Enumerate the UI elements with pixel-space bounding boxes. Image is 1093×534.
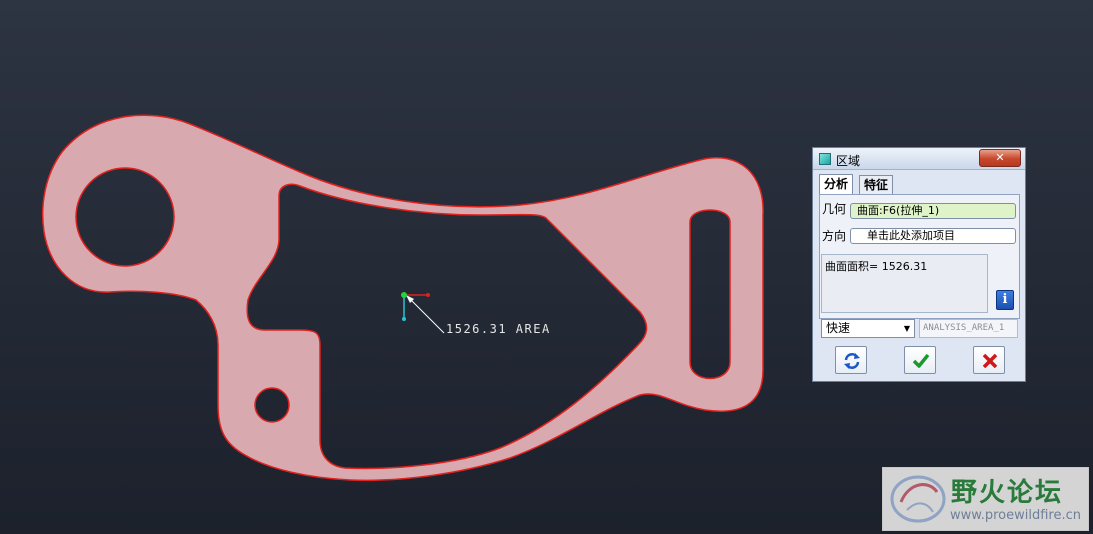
- watermark: 野火论坛 www.proewildfire.cn: [882, 467, 1089, 531]
- forum-logo-icon: [890, 475, 946, 523]
- ok-button[interactable]: [904, 346, 936, 374]
- area-annotation[interactable]: 1526.31 AREA: [446, 322, 551, 336]
- triad-x-end: [426, 293, 430, 297]
- mode-value: 快速: [826, 321, 851, 335]
- close-icon: [982, 353, 998, 369]
- tab-analysis[interactable]: 分析: [819, 174, 854, 195]
- result-display: 曲面面积= 1526.31: [821, 254, 988, 313]
- geometry-label: 几何: [822, 202, 847, 216]
- tab-feature[interactable]: 特征: [859, 175, 894, 194]
- dialog-titlebar[interactable]: 区域 ✕: [813, 148, 1025, 170]
- dialog-title: 区域: [836, 154, 861, 168]
- triad-origin[interactable]: [401, 292, 407, 298]
- close-window-button[interactable]: ✕: [979, 149, 1021, 167]
- dropdown-arrow-icon: ▼: [903, 324, 910, 333]
- watermark-title: 野火论坛: [951, 478, 1064, 508]
- analysis-panel: 几何 曲面:F6(拉伸_1) 方向 单击此处添加项目 曲面面积= 1526.31…: [819, 194, 1020, 319]
- check-icon: [912, 353, 930, 368]
- geometry-collector[interactable]: 曲面:F6(拉伸_1): [850, 203, 1016, 219]
- direction-label: 方向: [822, 229, 847, 243]
- cancel-button[interactable]: [973, 346, 1005, 374]
- repeat-analysis-button[interactable]: [835, 346, 867, 374]
- dialog-button-row: [813, 346, 1025, 378]
- direction-collector[interactable]: 单击此处添加项目: [850, 228, 1016, 244]
- analysis-name-field[interactable]: ANALYSIS_AREA_1: [919, 319, 1018, 338]
- watermark-url: www.proewildfire.cn: [950, 508, 1081, 523]
- analysis-mode-select[interactable]: 快速 ▼: [821, 319, 915, 338]
- tab-strip: 分析 特征: [819, 174, 1019, 195]
- dialog-window-icon: [819, 153, 831, 165]
- refresh-icon: [844, 353, 860, 369]
- info-icon[interactable]: i: [996, 290, 1014, 310]
- triad-y-end: [402, 317, 406, 321]
- area-dialog: 区域 ✕ 分析 特征 几何 曲面:F6(拉伸_1) 方向 单击此处添加项目 曲面…: [812, 147, 1026, 382]
